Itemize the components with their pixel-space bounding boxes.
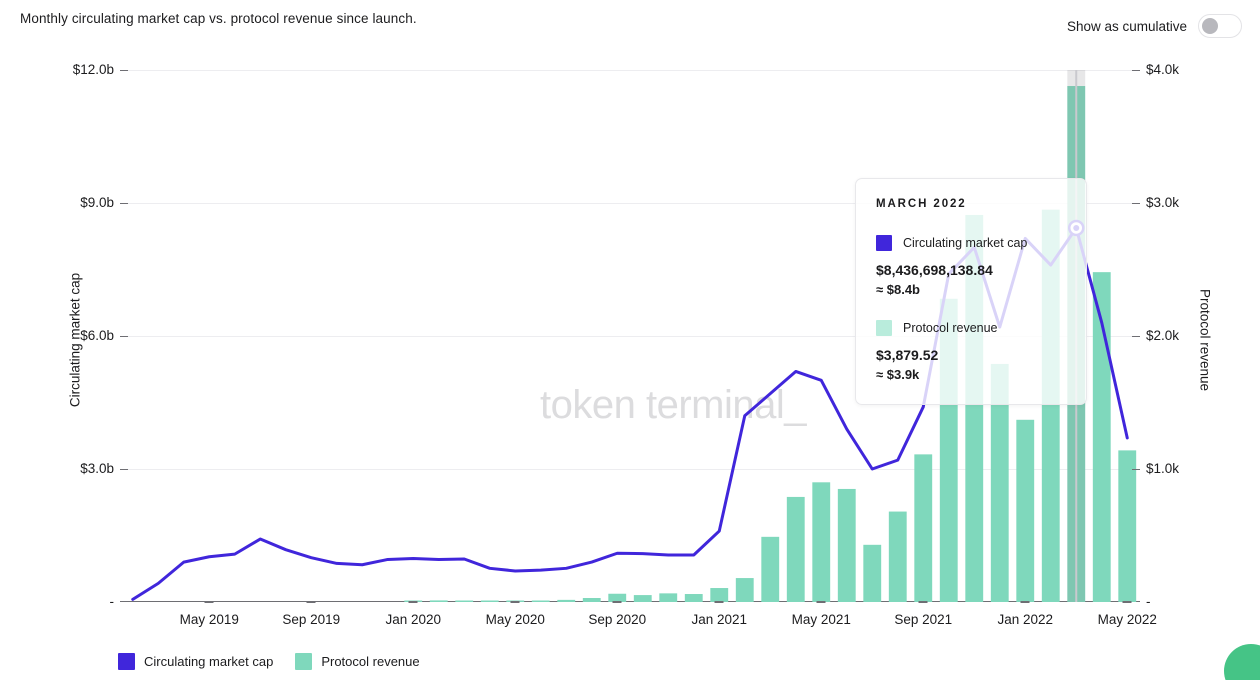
bar[interactable] (1118, 450, 1137, 602)
tooltip-date: MARCH 2022 (876, 198, 967, 210)
tooltip-swatch-market-cap (876, 235, 892, 251)
x-tick-label: May 2022 (1097, 612, 1157, 627)
legend-swatch-protocol-revenue (295, 653, 313, 670)
bar[interactable] (429, 600, 448, 602)
y-tick-right: - (1146, 594, 1151, 609)
x-tick-mark (510, 601, 520, 603)
show-as-cumulative-toggle[interactable] (1198, 14, 1242, 38)
x-tick-mark (816, 601, 826, 603)
x-tick-label: Jan 2021 (691, 612, 748, 627)
y-tick-right: $3.0k (1132, 195, 1179, 210)
bar[interactable] (710, 588, 729, 602)
chart-subtitle: Monthly circulating market cap vs. proto… (20, 11, 417, 26)
x-tick-mark (714, 601, 724, 603)
cumulative-label: Show as cumulative (1066, 18, 1187, 34)
tooltip-series-market-cap: Circulating market cap $8,436,698,138.84… (876, 235, 1066, 297)
bar[interactable] (531, 600, 550, 603)
x-tick-label: May 2019 (179, 612, 239, 627)
x-tick-label: Jan 2020 (385, 612, 442, 627)
bar[interactable] (761, 536, 780, 602)
bar[interactable] (582, 598, 601, 602)
chart-legend: Circulating market cap Protocol revenue (118, 653, 420, 670)
bar[interactable] (888, 511, 907, 602)
y-tick-left: $6.0b (80, 328, 128, 343)
x-tick-label: Jan 2022 (997, 612, 1054, 627)
x-tick-mark (408, 601, 418, 603)
legend-item-protocol-revenue[interactable]: Protocol revenue (295, 653, 420, 670)
legend-item-market-cap[interactable]: Circulating market cap (118, 653, 273, 670)
chart-tooltip: MARCH 2022 Circulating market cap $8,436… (855, 178, 1087, 405)
tooltip-approx: ≈ $8.4b (876, 282, 920, 297)
x-tick-mark (1020, 601, 1030, 603)
bar[interactable] (863, 544, 882, 602)
x-tick-label: Sep 2019 (282, 612, 341, 627)
tooltip-series-protocol-revenue: Protocol revenue $3,879.52 ≈ $3.9k (876, 320, 1066, 382)
toggle-knob (1202, 18, 1218, 34)
x-tick-mark (306, 601, 316, 603)
bar[interactable] (786, 496, 805, 602)
y-tick-left: $3.0b (80, 461, 128, 476)
bar[interactable] (914, 454, 933, 602)
tooltip-series-label: Circulating market cap (903, 236, 1028, 250)
bar[interactable] (480, 600, 499, 603)
cumulative-control: Show as cumulative (1067, 14, 1242, 38)
legend-label: Protocol revenue (321, 654, 420, 669)
x-tick-mark (918, 601, 928, 603)
tooltip-series-label: Protocol revenue (903, 321, 998, 335)
bar[interactable] (837, 488, 856, 602)
tooltip-swatch-protocol-revenue (876, 320, 892, 336)
y-tick-right: $1.0k (1132, 461, 1179, 476)
bar[interactable] (735, 578, 754, 602)
legend-swatch-market-cap (118, 653, 135, 670)
x-tick-label: May 2021 (791, 612, 851, 627)
y-tick-right: $2.0k (1132, 328, 1179, 343)
bar[interactable] (633, 595, 652, 602)
x-tick-mark (612, 601, 622, 603)
bar[interactable] (557, 599, 576, 602)
chat-bubble-icon[interactable] (1224, 644, 1260, 680)
bar[interactable] (455, 600, 474, 603)
tooltip-value: $8,436,698,138.84 (876, 262, 993, 278)
y-tick-left: $12.0b (73, 62, 128, 77)
bar[interactable] (812, 482, 831, 602)
x-tick-label: May 2020 (485, 612, 545, 627)
x-tick-label: Sep 2020 (588, 612, 647, 627)
y-tick-left: - (109, 594, 115, 609)
bar[interactable] (659, 593, 678, 602)
legend-label: Circulating market cap (144, 654, 274, 669)
y-axis-right-title: Protocol revenue (1197, 288, 1213, 392)
chart-page: Monthly circulating market cap vs. proto… (0, 0, 1260, 680)
y-tick-right: $4.0k (1132, 62, 1179, 77)
y-tick-left: $9.0b (80, 195, 128, 210)
bar[interactable] (1016, 419, 1035, 602)
tooltip-approx: ≈ $3.9k (876, 367, 920, 382)
bar[interactable] (684, 594, 703, 602)
tooltip-value: $3,879.52 (876, 347, 939, 363)
x-tick-mark (1122, 601, 1132, 603)
x-tick-label: Sep 2021 (894, 612, 953, 627)
x-tick-mark (204, 601, 214, 603)
